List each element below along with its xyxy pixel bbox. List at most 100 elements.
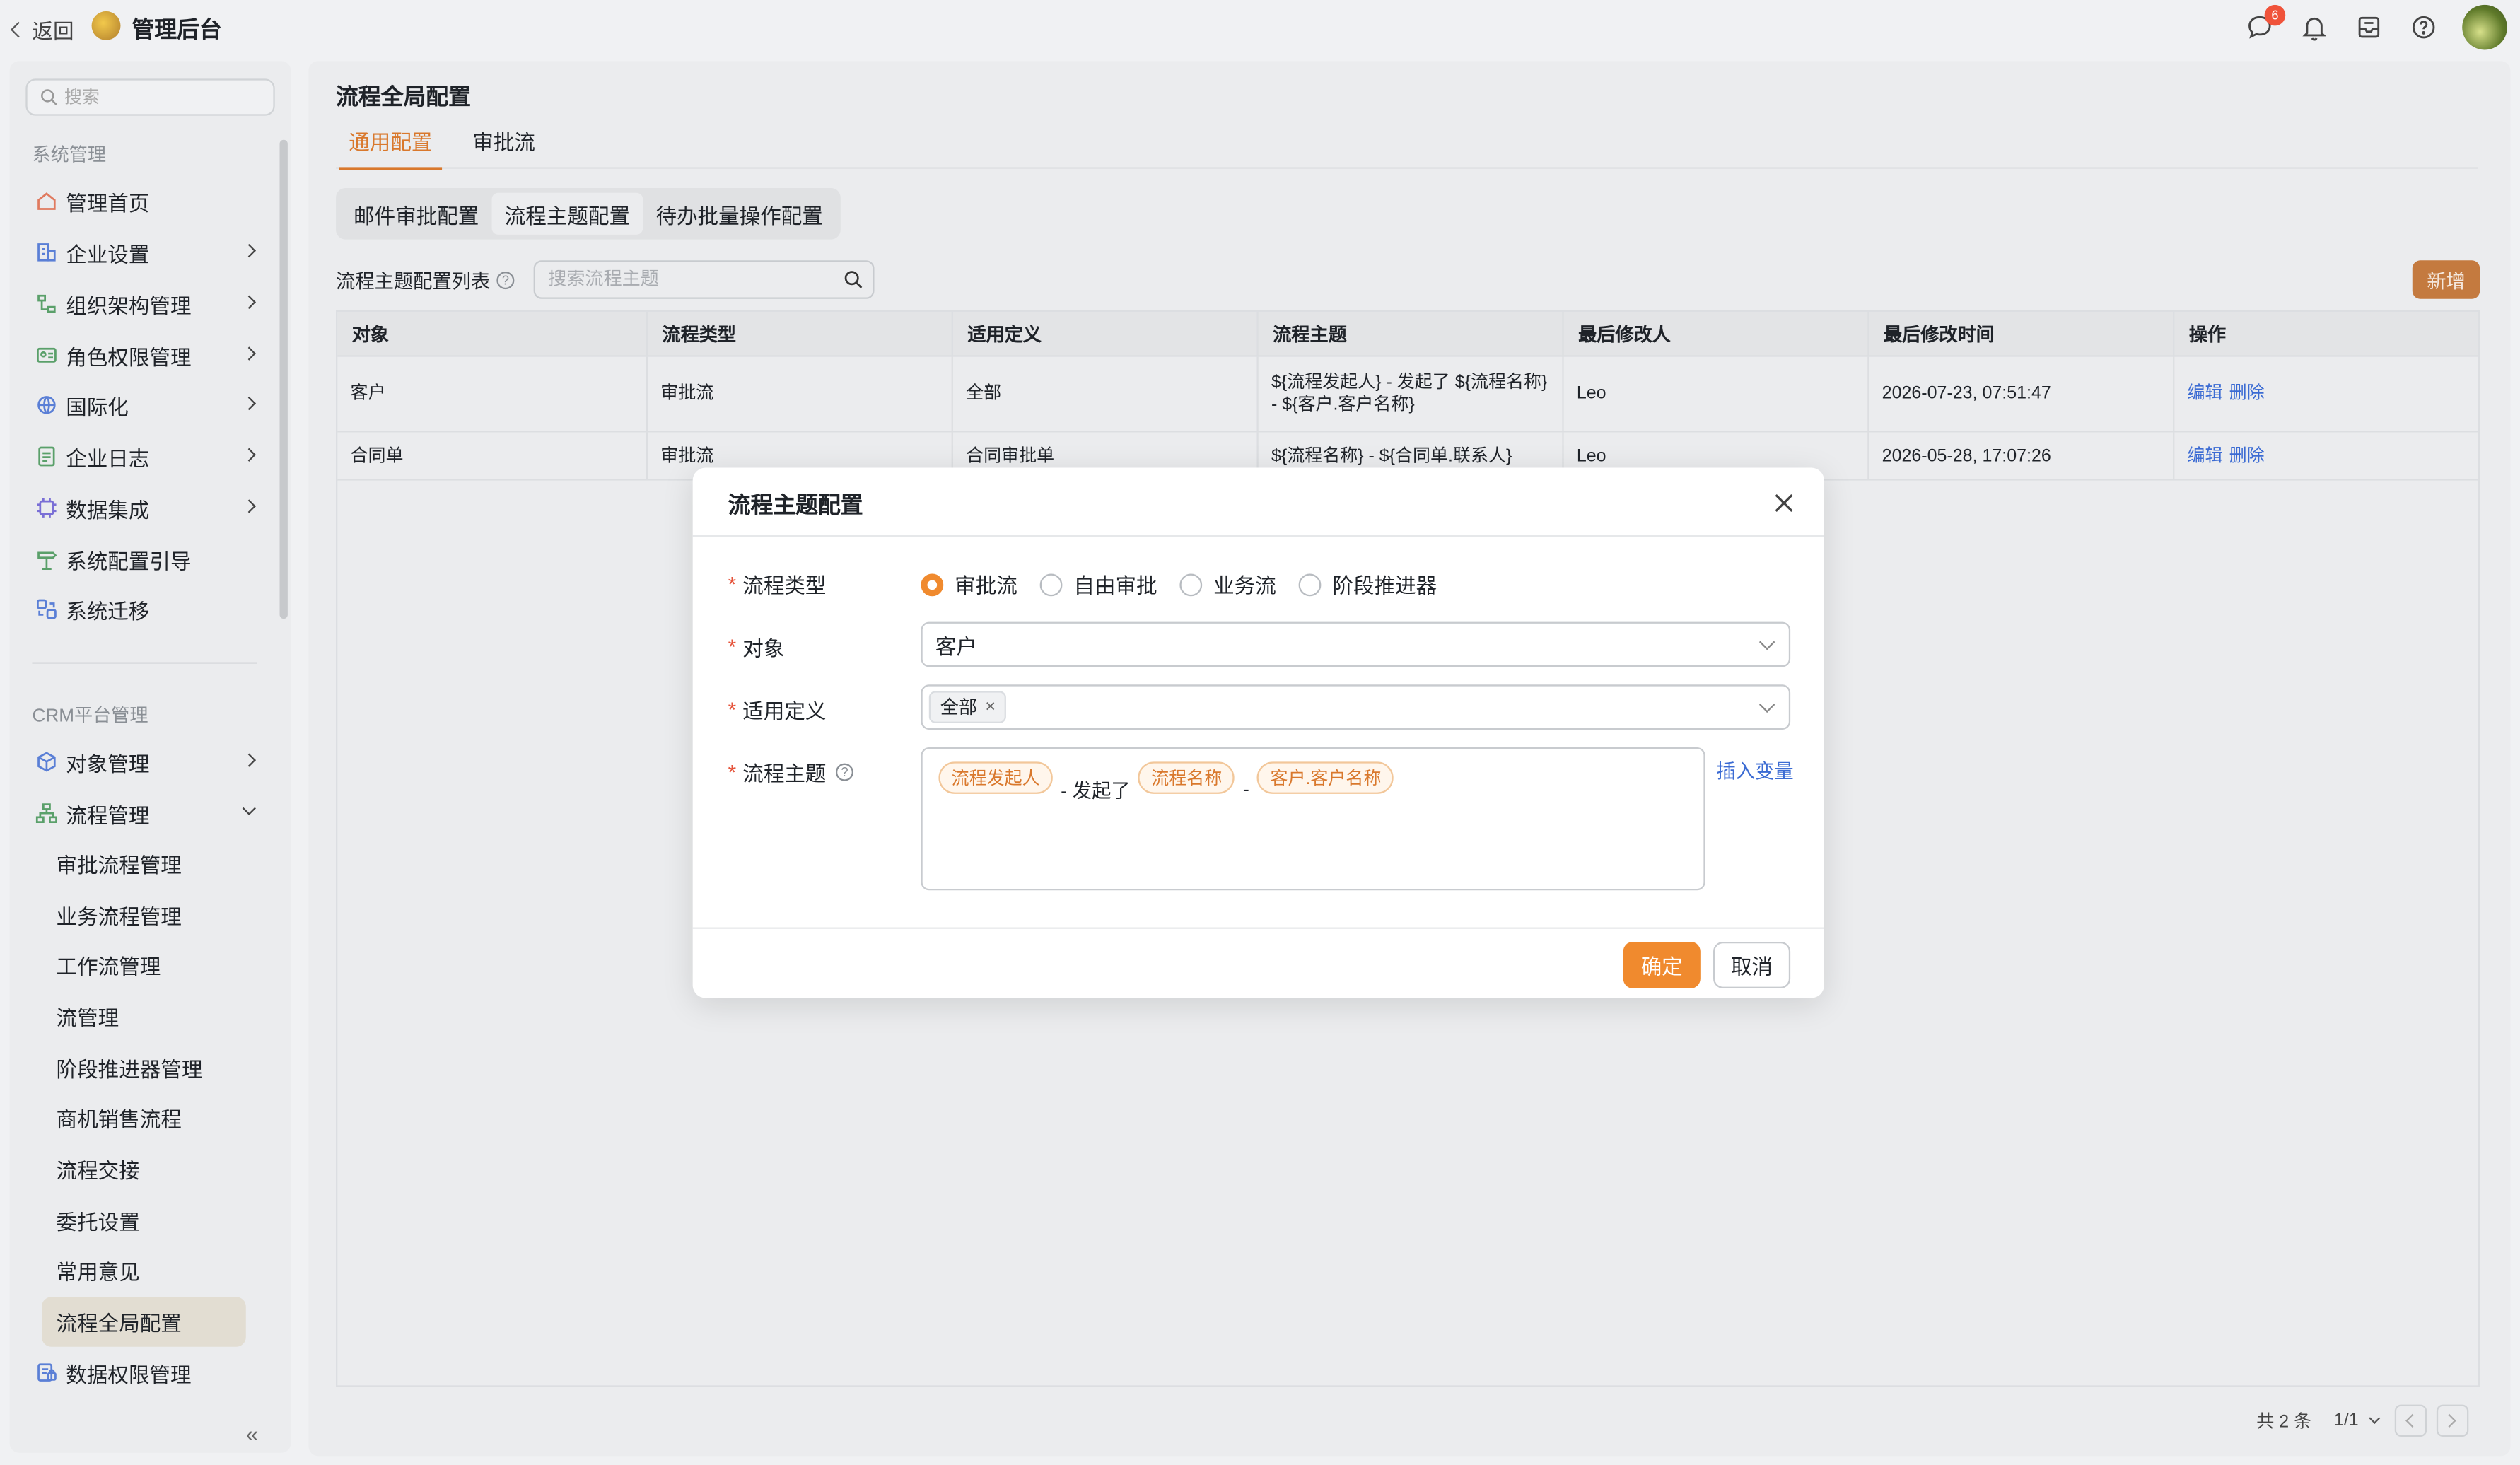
chevron-right-icon (242, 499, 256, 513)
notification-button[interactable] (2298, 11, 2330, 43)
tab-bar: 通用配置 审批流 (336, 125, 2478, 170)
sidebar-subitem-handover[interactable]: 流程交接 (57, 1146, 140, 1191)
sidebar-item-label: 国际化 (66, 395, 129, 419)
inbox-button[interactable] (2353, 11, 2385, 43)
sidebar-item-migrate[interactable]: 系统迁移 (35, 587, 254, 632)
sidebar-item-label: 系统迁移 (66, 598, 150, 623)
list-label-text: 流程主题配置列表 (336, 269, 491, 293)
object-select-value: 客户 (935, 634, 978, 658)
next-page-button[interactable] (2435, 1404, 2468, 1437)
sidebar-item-enterprise[interactable]: 企业设置 (35, 230, 256, 275)
message-button[interactable]: 6 (2244, 4, 2286, 43)
definition-select[interactable]: 全部 × (921, 684, 1791, 730)
close-icon[interactable] (1773, 492, 1795, 515)
sidebar-subitem-delegate[interactable]: 委托设置 (57, 1197, 140, 1242)
sidebar-subitem-stage[interactable]: 阶段推进器管理 (57, 1044, 203, 1090)
sidebar-subitem-workflow[interactable]: 工作流管理 (57, 942, 161, 987)
bell-icon (2302, 18, 2326, 41)
tab-approval[interactable]: 审批流 (472, 125, 535, 168)
chevron-left-icon (2405, 1413, 2420, 1428)
chevron-down-icon (2368, 1412, 2380, 1424)
sidebar-item-label: 企业日志 (66, 445, 150, 470)
sidebar-item-objects[interactable]: 对象管理 (35, 740, 256, 785)
pagination-total: 共 2 条 (2256, 1412, 2312, 1432)
signpost-icon (35, 548, 58, 571)
label-text: 对象 (742, 636, 785, 661)
sidebar-subitem-global-config[interactable]: 流程全局配置 (57, 1299, 182, 1344)
sidebar-search-input[interactable] (64, 87, 257, 107)
sidebar-subitem-stream[interactable]: 流管理 (57, 993, 119, 1039)
cancel-button[interactable]: 取消 (1713, 941, 1791, 988)
variable-chip[interactable]: 流程发起人 (938, 761, 1053, 794)
sidebar-item-log[interactable]: 企业日志 (35, 434, 256, 479)
app-logo-icon (91, 11, 121, 40)
segment-mail-approval[interactable]: 邮件审批配置 (341, 193, 492, 235)
cell-actions: 编辑 删除 (2174, 357, 2480, 431)
chevron-right-icon (2442, 1413, 2456, 1428)
object-select[interactable]: 客户 (921, 621, 1791, 667)
table-header: 对象 流程类型 适用定义 流程主题 最后修改人 最后修改时间 操作 (337, 311, 2478, 357)
edit-link[interactable]: 编辑 (2188, 444, 2223, 467)
sidebar-item-roles[interactable]: 角色权限管理 (35, 333, 256, 378)
question-icon[interactable]: ? (496, 272, 515, 290)
cube-icon (35, 750, 58, 773)
sidebar-subitem-business-flow[interactable]: 业务流程管理 (57, 892, 182, 938)
sidebar-item-data-permission[interactable]: 数据权限管理 (35, 1350, 254, 1395)
prev-page-button[interactable] (2393, 1404, 2427, 1437)
label-text: 流程类型 (742, 573, 827, 598)
globe-icon (35, 394, 58, 416)
delete-link[interactable]: 删除 (2229, 383, 2265, 405)
chevron-down-icon (242, 801, 256, 815)
sidebar-item-guide[interactable]: 系统配置引导 (35, 537, 254, 582)
chevron-right-icon (242, 448, 256, 462)
modal-header-divider (692, 535, 1824, 537)
flow-icon (35, 802, 58, 824)
user-avatar[interactable] (2462, 4, 2507, 50)
sidebar-item-i18n[interactable]: 国际化 (35, 383, 256, 428)
column-header-type: 流程类型 (648, 311, 953, 357)
tab-general[interactable]: 通用配置 (339, 125, 443, 170)
subject-config-modal: 流程主题配置 * 流程类型 审批流 自由审批 业务流 阶段推进器 * 对象 客户 *… (692, 467, 1824, 998)
column-header-definition: 适用定义 (953, 311, 1259, 357)
sidebar-item-flow[interactable]: 流程管理 (35, 790, 256, 836)
insert-variable-link[interactable]: 插入变量 (1717, 757, 1794, 785)
confirm-button[interactable]: 确定 (1623, 941, 1701, 988)
log-icon (35, 445, 58, 468)
subject-editor[interactable]: 流程发起人 - 发起了 流程名称 - 客户.客户名称 (921, 747, 1705, 891)
back-button[interactable]: 返回 (10, 14, 74, 45)
radio-free-approval[interactable]: 自由审批 (1039, 569, 1157, 600)
variable-chip[interactable]: 流程名称 (1138, 761, 1235, 794)
sidebar-search[interactable] (25, 78, 275, 116)
sidebar-item-integration[interactable]: 数据集成 (35, 485, 256, 530)
edit-link[interactable]: 编辑 (2188, 383, 2223, 405)
sidebar: 系统管理 管理首页 企业设置 组织架构管理 角色权限管理 国际化 企业日志 (9, 61, 291, 1453)
new-button[interactable]: 新增 (2412, 260, 2480, 299)
sidebar-item-org[interactable]: 组织架构管理 (35, 281, 256, 327)
sidebar-item-home[interactable]: 管理首页 (35, 178, 254, 223)
chevron-right-icon (242, 396, 256, 411)
delete-link[interactable]: 删除 (2229, 444, 2265, 467)
cell-object: 客户 (337, 356, 648, 431)
column-header-modifier: 最后修改人 (1564, 311, 1869, 357)
config-segment: 邮件审批配置 流程主题配置 待办批量操作配置 (336, 187, 841, 240)
sidebar-subitem-approval-flow[interactable]: 审批流程管理 (57, 841, 182, 886)
subject-search-input[interactable] (548, 269, 838, 290)
radio-approval[interactable]: 审批流 (921, 569, 1017, 600)
message-badge: 6 (2264, 4, 2286, 26)
radio-label: 业务流 (1213, 573, 1276, 598)
variable-chip[interactable]: 客户.客户名称 (1257, 761, 1394, 794)
sidebar-scrollbar[interactable] (279, 139, 288, 619)
subject-search[interactable] (533, 260, 875, 299)
segment-batch-config[interactable]: 待办批量操作配置 (643, 193, 836, 235)
segment-subject-config[interactable]: 流程主题配置 (491, 192, 643, 235)
collapse-sidebar-icon[interactable]: « (246, 1420, 259, 1446)
radio-stage-advancer[interactable]: 阶段推进器 (1298, 569, 1437, 600)
tag-close-icon[interactable]: × (985, 697, 996, 716)
sidebar-subitem-opinions[interactable]: 常用意见 (57, 1247, 140, 1292)
radio-business-flow[interactable]: 业务流 (1179, 569, 1276, 600)
help-button[interactable] (2408, 11, 2439, 43)
page-select[interactable]: 1/1 (2334, 1411, 2384, 1430)
label-subject: * 流程主题 ? (728, 757, 854, 788)
sidebar-subitem-sales[interactable]: 商机销售流程 (57, 1095, 182, 1140)
question-icon[interactable]: ? (836, 763, 854, 781)
